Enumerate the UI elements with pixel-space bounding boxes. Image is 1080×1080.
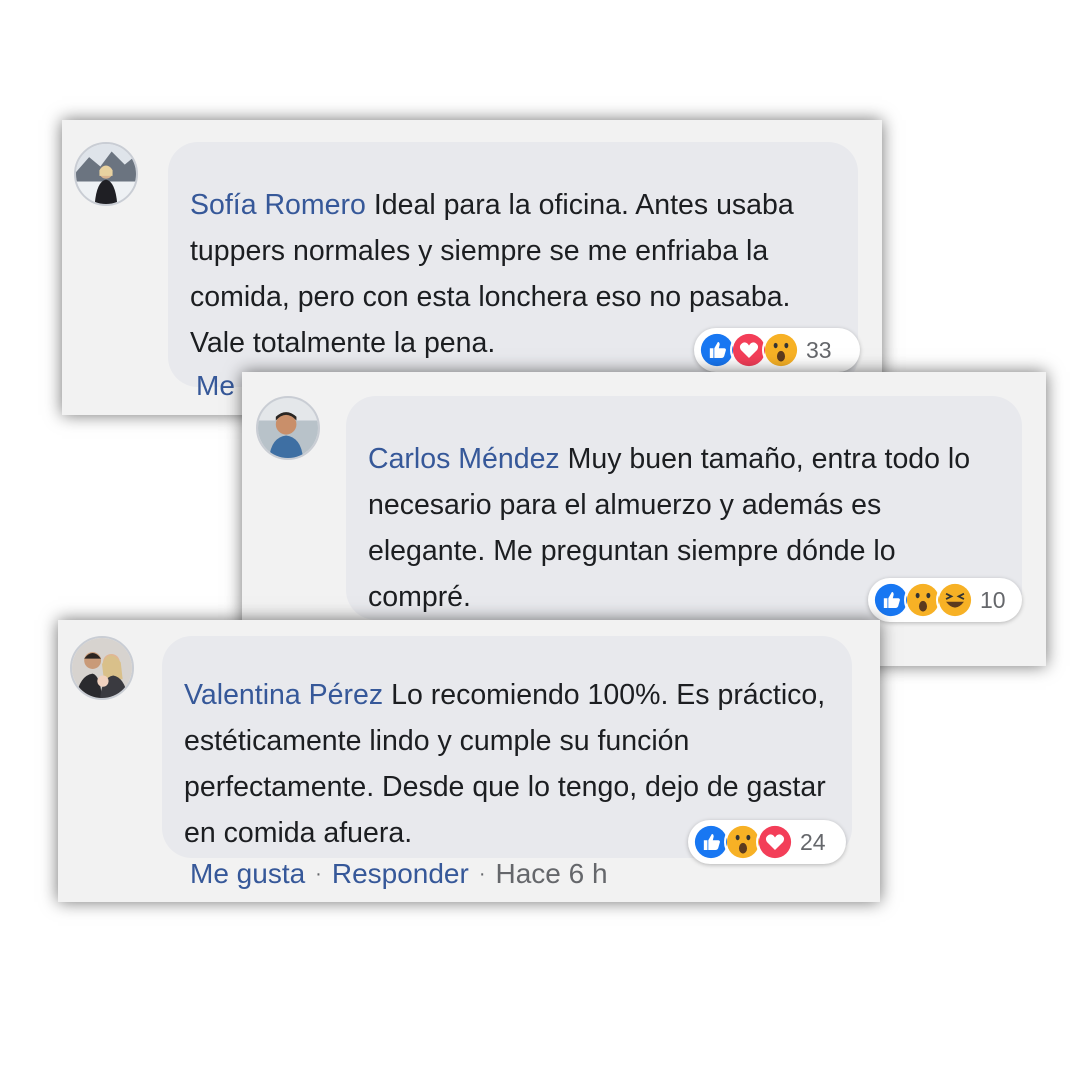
like-link[interactable]: Me <box>196 370 235 401</box>
comment-card-3: Valentina Pérez Lo recomiendo 100%. Es pr… <box>58 620 880 902</box>
reaction-count: 24 <box>800 828 826 855</box>
comment-author[interactable]: Valentina Pérez <box>184 679 383 711</box>
reaction-count: 33 <box>806 336 832 363</box>
separator-dot: · <box>315 863 322 885</box>
reactions-summary[interactable]: 10 <box>868 578 1022 622</box>
comment-actions: Me gusta · Responder · Hace 6 h <box>190 858 608 890</box>
comment-timestamp[interactable]: Hace 6 h <box>496 858 608 889</box>
comment-actions: Me <box>196 370 235 402</box>
reaction-count: 10 <box>980 586 1006 613</box>
separator-dot: · <box>478 863 486 885</box>
comment-card-1: Sofía Romero Ideal para la oficina. Antes… <box>62 120 882 415</box>
comment-author[interactable]: Carlos Méndez <box>368 443 560 475</box>
avatar[interactable] <box>70 636 134 700</box>
reactions-summary[interactable]: 33 <box>694 328 860 372</box>
love-reaction-icon <box>756 823 794 861</box>
haha-reaction-icon <box>936 581 974 619</box>
avatar[interactable] <box>74 142 138 206</box>
comment-author[interactable]: Sofía Romero <box>190 189 366 221</box>
avatar[interactable] <box>256 396 320 460</box>
reply-link[interactable]: Responder <box>332 858 469 889</box>
wow-reaction-icon <box>762 331 800 369</box>
like-link[interactable]: Me gusta <box>190 858 305 889</box>
reactions-summary[interactable]: 24 <box>688 820 846 864</box>
